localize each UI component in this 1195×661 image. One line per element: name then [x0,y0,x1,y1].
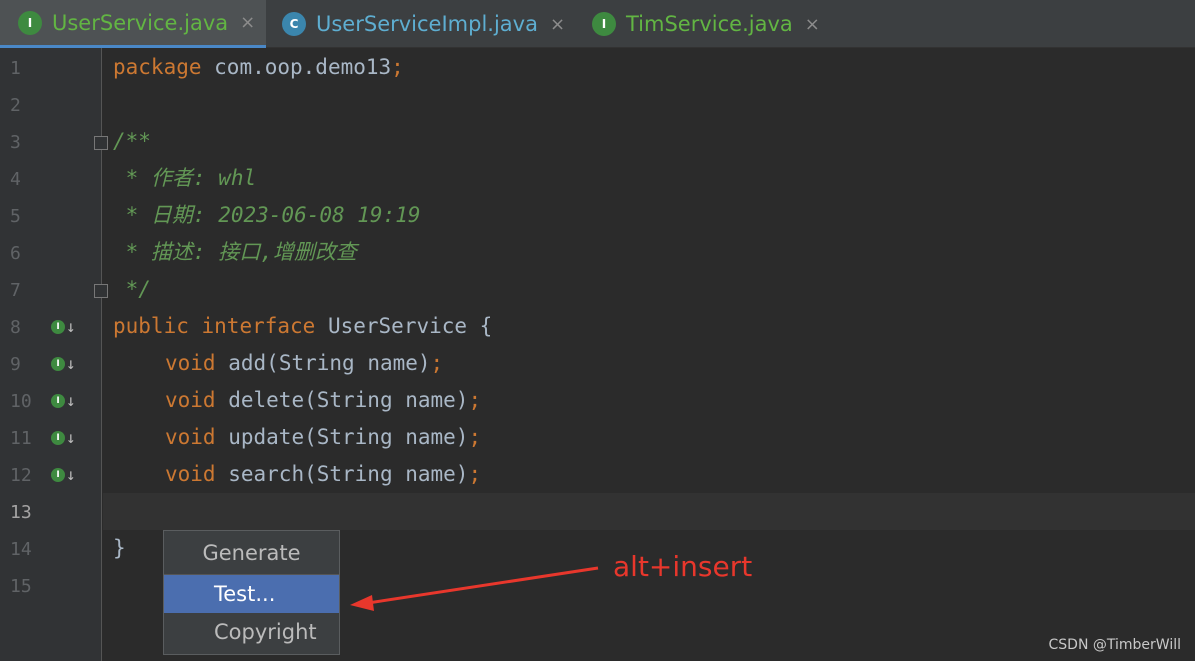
watermark: CSDN @TimberWill [1048,637,1181,653]
annotation-shortcut-text: alt+insert [613,550,753,583]
annotation-arrow [350,566,599,611]
